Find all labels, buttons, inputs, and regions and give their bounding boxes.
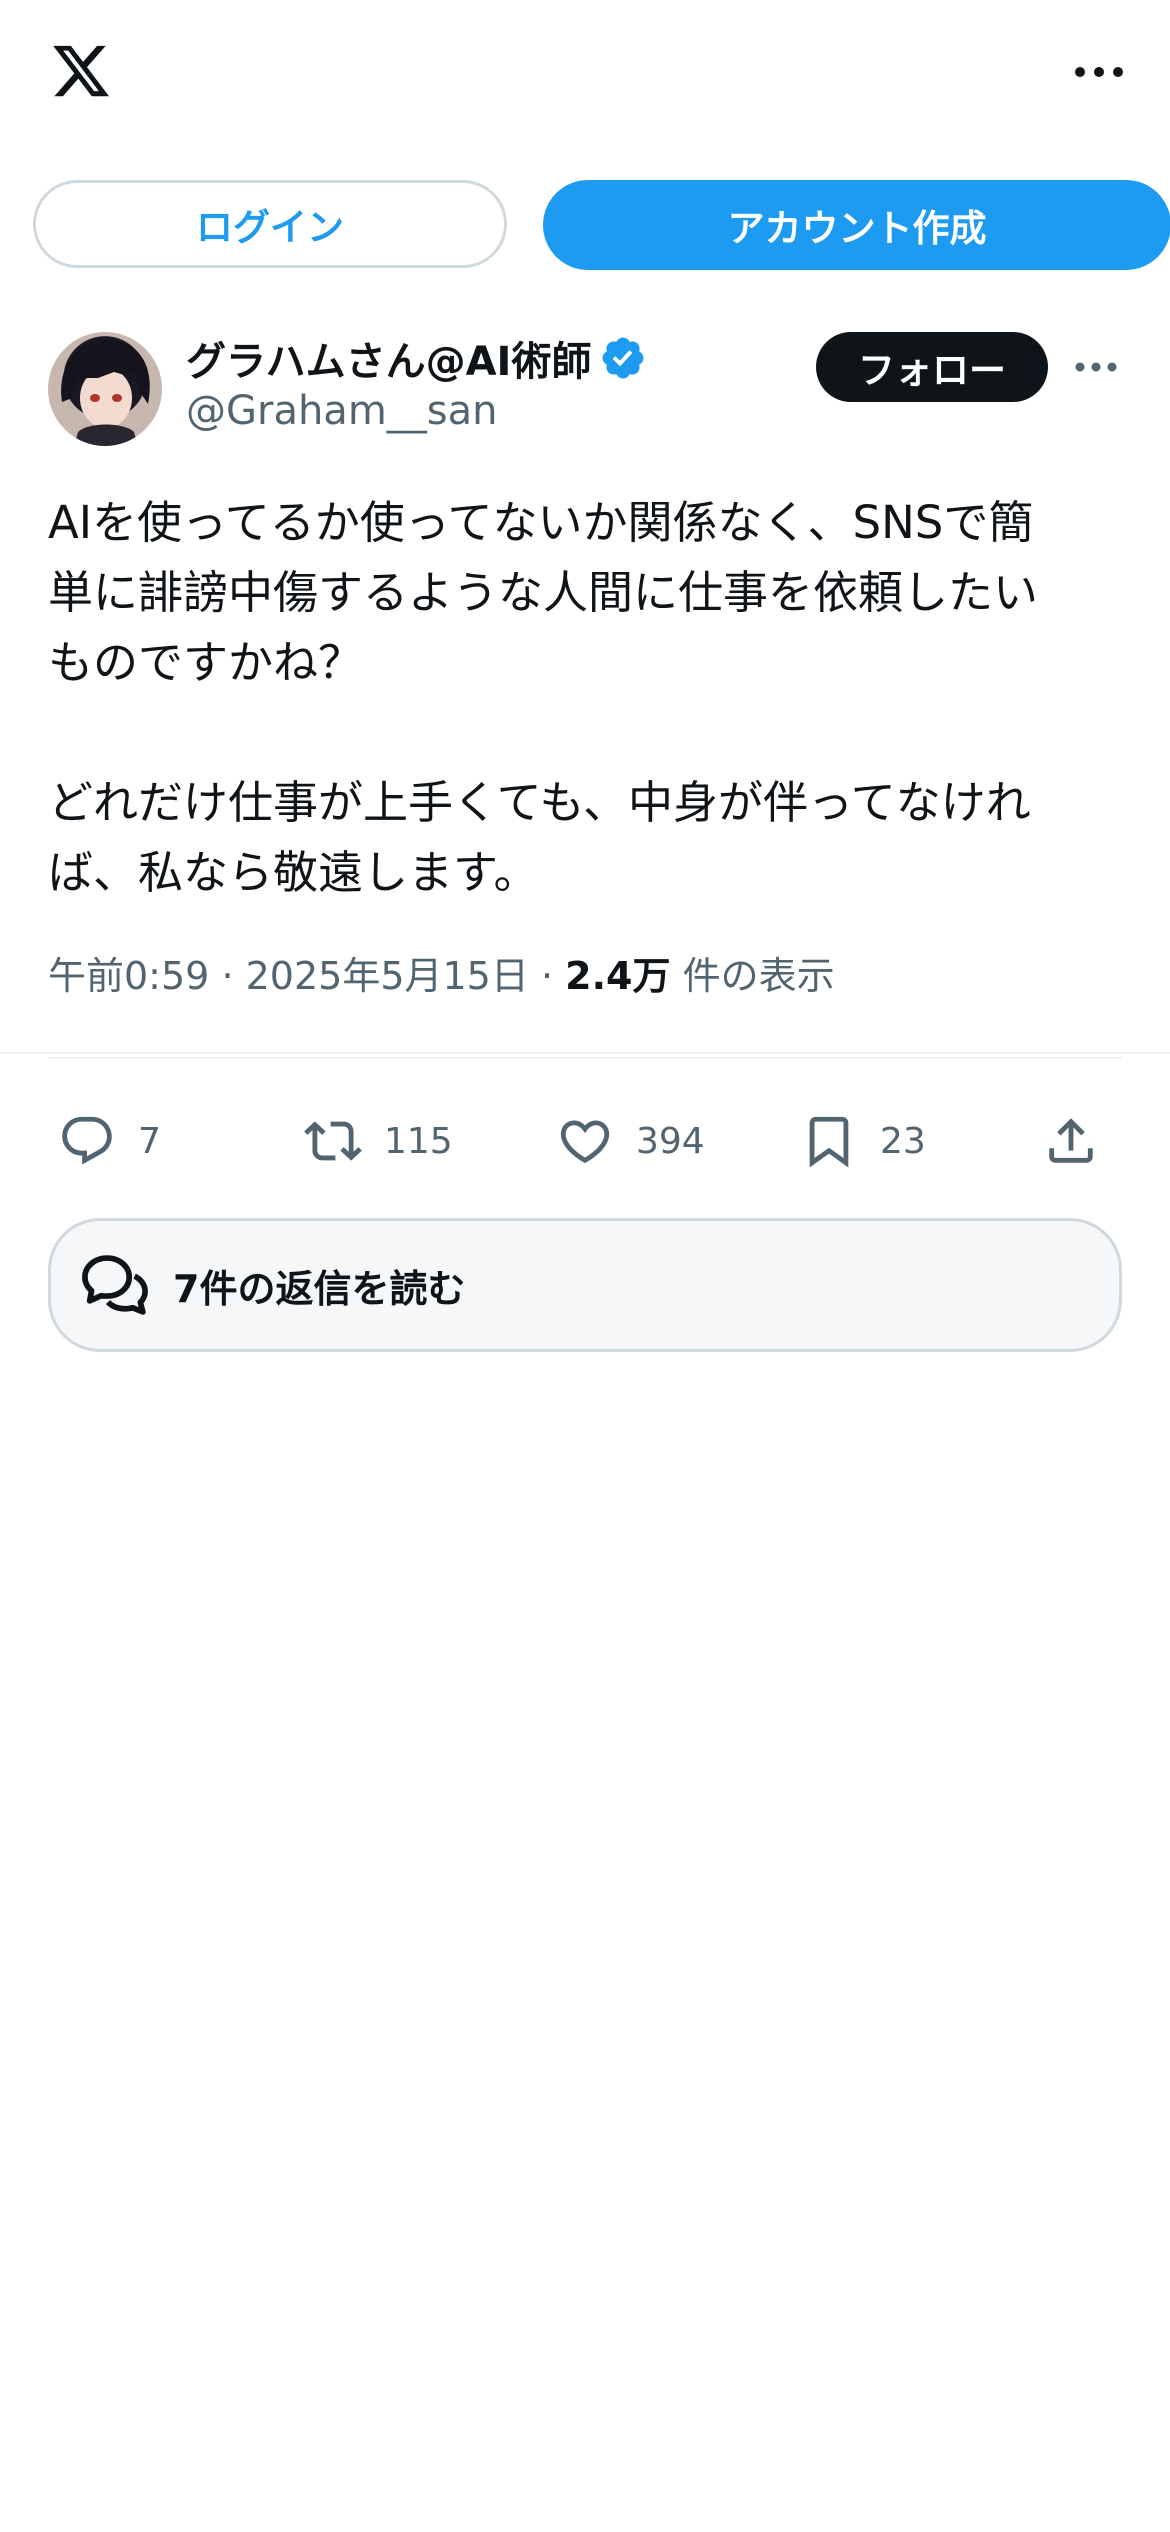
avatar-illustration (61, 340, 150, 446)
repost-count: 115 (384, 1120, 453, 1162)
views-label: 件の表示 (682, 954, 835, 998)
read-replies-label: 7件の返信を読む (173, 1266, 466, 1311)
bookmark-count: 23 (880, 1120, 926, 1162)
user-handle[interactable]: @Graham__san (186, 388, 497, 434)
heart-icon (560, 1120, 610, 1164)
meta-separator: · (540, 954, 554, 998)
auth-buttons: ログイン アカウント作成 (33, 180, 1170, 270)
divider (48, 1057, 1122, 1059)
tweet-date[interactable]: 2025年5月15日 (246, 954, 529, 998)
meta-separator: · (221, 954, 234, 998)
tweet-meta: 午前0:59 · 2025年5月15日 · 2.4万 件の表示 (48, 945, 1128, 1000)
repost-icon (304, 1121, 362, 1161)
divider (0, 1052, 1170, 1054)
verified-badge-icon (602, 337, 644, 379)
read-replies-button[interactable]: 7件の返信を読む (48, 1218, 1122, 1352)
tweet-text-line: ものですかね？ (48, 636, 364, 689)
like-button[interactable]: 394 (556, 1110, 705, 1172)
reply-icon (62, 1116, 112, 1165)
tweet-time[interactable]: 午前0:59 (48, 954, 209, 998)
x-logo-icon[interactable] (48, 40, 114, 102)
share-icon (1049, 1118, 1093, 1163)
tweet-text-line: 単に誹謗中傷するような人間に仕事を依頼したい (48, 566, 1039, 619)
conversation-icon (82, 1255, 148, 1315)
avatar[interactable] (48, 332, 162, 446)
views-count: 2.4万 (565, 954, 671, 998)
bookmark-icon (809, 1116, 849, 1168)
like-count: 394 (636, 1120, 705, 1162)
tweet-actions: 7 115 394 23 (48, 1090, 1122, 1190)
display-name[interactable]: グラハムさん@AI術師 (186, 330, 647, 386)
display-name-text[interactable]: グラハムさん@AI術師 (186, 329, 591, 387)
create-account-button[interactable]: アカウント作成 (543, 180, 1170, 270)
tweet-more-icon[interactable] (1074, 350, 1118, 384)
top-bar (0, 0, 1170, 150)
follow-button[interactable]: フォロー (816, 332, 1048, 402)
bookmark-button[interactable]: 23 (800, 1110, 926, 1172)
tweet-text: AIを使ってるか使ってないか関係なく、SNSで簡 単に誹謗中傷するような人間に仕… (48, 488, 1128, 908)
reply-count: 7 (138, 1120, 161, 1162)
tweet-text-line: ば、私なら敬遠します。 (48, 846, 539, 899)
more-horizontal-icon[interactable] (1070, 50, 1130, 90)
share-button[interactable] (1042, 1110, 1122, 1172)
tweet-text-line: どれだけ仕事が上手くても、中身が伴ってなけれ (48, 776, 1031, 829)
tweet-text-line: AIを使ってるか使ってないか関係なく、SNSで簡 (48, 496, 1034, 549)
repost-button[interactable]: 115 (304, 1110, 453, 1172)
login-button[interactable]: ログイン (33, 180, 507, 268)
reply-button[interactable]: 7 (58, 1110, 161, 1172)
